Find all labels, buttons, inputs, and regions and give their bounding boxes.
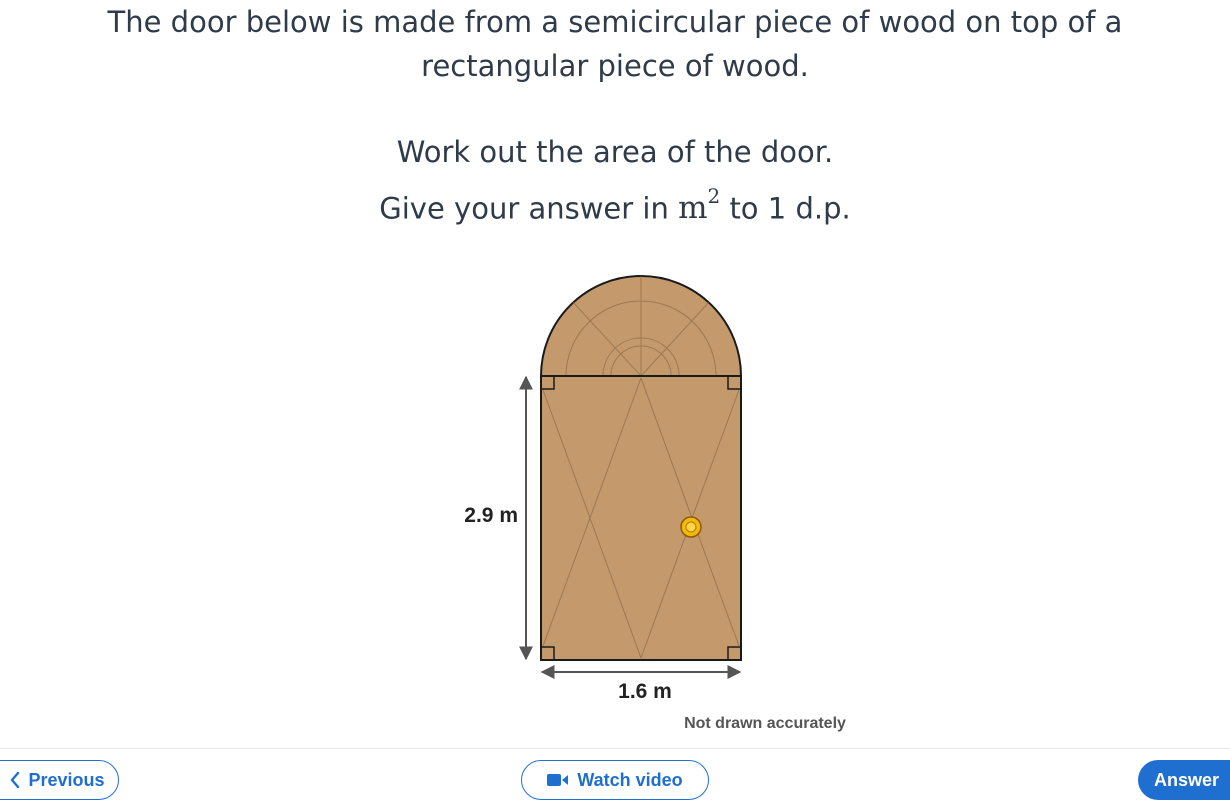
watch-video-label: Watch video bbox=[577, 769, 683, 790]
rectangle-piece bbox=[540, 375, 742, 661]
not-drawn-accurately-note: Not drawn accurately bbox=[684, 715, 846, 732]
door-diagram: 2.9 m 1.6 m Not drawn accurately bbox=[430, 270, 870, 740]
answer-instruction-prefix: Give your answer in bbox=[379, 191, 669, 226]
footer-divider bbox=[0, 748, 1230, 749]
watch-video-button[interactable]: Watch video bbox=[521, 760, 709, 800]
question-line-1: The door below is made from a semicircul… bbox=[107, 5, 1123, 39]
previous-label: Previous bbox=[28, 769, 105, 790]
answer-button[interactable]: Answer bbox=[1138, 760, 1230, 800]
question-page: The door below is made from a semicircul… bbox=[0, 0, 1230, 807]
height-label: 2.9 m bbox=[464, 504, 518, 527]
unit-base: m bbox=[678, 190, 708, 227]
chevron-left-icon bbox=[10, 772, 20, 788]
answer-label: Answer bbox=[1154, 769, 1220, 790]
unit-power: 2 bbox=[707, 184, 721, 208]
door-knob bbox=[680, 516, 702, 538]
width-label: 1.6 m bbox=[618, 680, 672, 703]
unit-squared-metres: m2 bbox=[678, 184, 720, 227]
video-camera-icon bbox=[547, 773, 569, 787]
question-line-3: Work out the area of the door. bbox=[396, 135, 834, 169]
question-line-2: rectangular piece of wood. bbox=[421, 49, 809, 83]
question-line-4: Give your answer in m2 to 1 d.p. bbox=[0, 178, 1230, 231]
previous-button[interactable]: Previous bbox=[0, 760, 119, 800]
answer-instruction-suffix: to 1 d.p. bbox=[729, 191, 851, 226]
